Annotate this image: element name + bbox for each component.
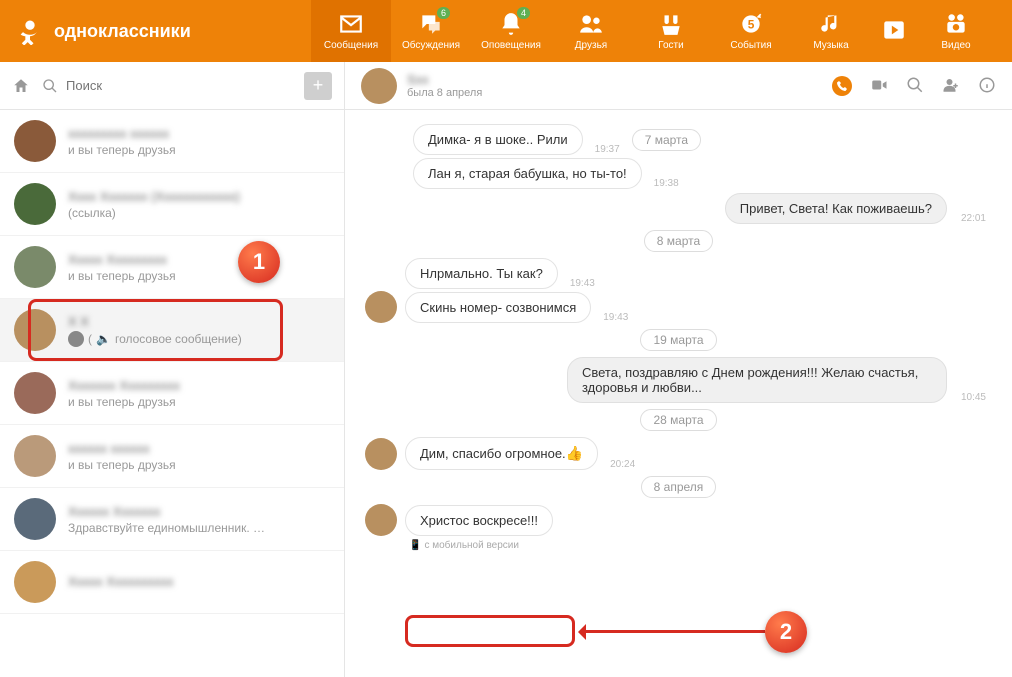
chat-header-status: была 8 апреля (407, 87, 822, 99)
message-bubble[interactable]: Дим, спасибо огромное.👍 (405, 437, 598, 470)
message-time: 22:01 (955, 213, 992, 224)
guests-icon (658, 11, 684, 37)
message-bubble[interactable]: Лан я, старая бабушка, но ты-то! (413, 158, 642, 189)
chat-item[interactable]: Xxxxxxx Xxxxxxxxxи вы теперь друзья (0, 362, 344, 425)
nav-label: Музыка (813, 40, 848, 51)
nav-label: Оповещения (481, 40, 541, 51)
chat-subtitle: и вы теперь друзья (68, 458, 330, 472)
top-header: одноклассники Сообщения 6 Обсуждения 4 О… (0, 0, 1012, 62)
message-time: 19:43 (564, 278, 601, 289)
annotation-step-1: 1 (238, 241, 280, 283)
message-avatar[interactable] (365, 504, 397, 536)
message-time: 10:45 (955, 392, 992, 403)
play-icon (881, 17, 907, 43)
top-nav: Сообщения 6 Обсуждения 4 Оповещения Друз… (311, 0, 996, 62)
nav-events[interactable]: 5 События (711, 0, 791, 62)
search-chat-icon[interactable] (906, 76, 924, 94)
message-bubble[interactable]: Нлрмально. Ты как? (405, 258, 558, 289)
date-separator: 8 марта (644, 230, 713, 252)
chat-header-actions (832, 76, 996, 96)
home-icon[interactable] (12, 77, 30, 95)
chat-item[interactable]: xxxxxxxxx xxxxxxи вы теперь друзья (0, 110, 344, 173)
nav-friends[interactable]: Друзья (551, 0, 631, 62)
nav-music[interactable]: Музыка (791, 0, 871, 62)
chat-item[interactable]: Xxxxx Xxxxxxxxxx (0, 551, 344, 614)
badge: 4 (517, 7, 530, 19)
nav-label: Видео (941, 40, 970, 51)
message-bubble[interactable]: Димка- я в шоке.. Рили (413, 124, 583, 155)
video-call-icon[interactable] (870, 76, 888, 94)
chat-item[interactable]: xxxxxx xxxxxxи вы теперь друзья (0, 425, 344, 488)
nav-discussions[interactable]: 6 Обсуждения (391, 0, 471, 62)
message-avatar[interactable] (365, 438, 397, 470)
chat-subtitle: (ссылка) (68, 206, 330, 220)
chat-header-name: Sxx (407, 72, 822, 87)
search-icon (42, 78, 58, 94)
date-separator: 28 марта (640, 409, 716, 431)
info-icon[interactable] (978, 76, 996, 94)
chat-item[interactable]: Xxxxx Xxxxxxxxxи вы теперь друзья (0, 236, 344, 299)
new-chat-button[interactable]: + (304, 72, 332, 100)
chat-header: Sxx была 8 апреля (345, 62, 1012, 110)
nav-messages[interactable]: Сообщения (311, 0, 391, 62)
chat-item[interactable]: Xxxx Xxxxxxx (Xxxxxxxxxxxx)(ссылка) (0, 173, 344, 236)
nav-label: События (730, 40, 771, 51)
video-icon (943, 11, 969, 37)
mail-icon (338, 11, 364, 37)
ok-brand-icon (16, 17, 44, 45)
message-time: 20:24 (604, 459, 641, 470)
chat-subtitle: Здравствуйте единомышленник. … (68, 521, 330, 535)
events-icon: 5 (738, 11, 764, 37)
friends-icon (578, 11, 604, 37)
chat-subtitle: (🔈 голосовое сообщение) (68, 331, 330, 347)
badge: 6 (437, 7, 450, 19)
ok-logo[interactable]: одноклассники (16, 17, 191, 45)
nav-video-play[interactable] (871, 0, 916, 62)
message-bubble-own[interactable]: Привет, Света! Как поживаешь? (725, 193, 947, 224)
chat-content: Sxx была 8 апреля Димка- я в шоке.. Рили… (345, 62, 1012, 677)
chat-subtitle: и вы теперь друзья (68, 395, 330, 409)
date-separator: 7 марта (632, 129, 701, 151)
mobile-note: 📱 с мобильной версии (409, 540, 992, 551)
message-time: 19:37 (589, 144, 626, 155)
chat-header-avatar[interactable] (361, 68, 397, 104)
chat-item[interactable]: Xxxxxx XxxxxxxЗдравствуйте единомышленни… (0, 488, 344, 551)
nav-label: Гости (658, 40, 683, 51)
search-input[interactable] (66, 78, 292, 93)
message-time: 19:38 (648, 178, 685, 189)
add-user-icon[interactable] (942, 76, 960, 94)
messages-pane[interactable]: Димка- я в шоке.. Рили 19:37 7 марта Лан я… (345, 110, 1012, 677)
music-icon (818, 11, 844, 37)
chat-subtitle: и вы теперь друзья (68, 269, 330, 283)
chat-item-selected[interactable]: X X (🔈 голосовое сообщение) (0, 299, 344, 362)
search-box[interactable] (42, 78, 292, 94)
message-avatar[interactable] (365, 291, 397, 323)
brand-text: одноклассники (54, 21, 191, 42)
svg-text:5: 5 (748, 17, 755, 31)
nav-label: Сообщения (324, 40, 378, 51)
date-separator: 8 апреля (641, 476, 717, 498)
nav-label: Друзья (575, 40, 607, 51)
annotation-step-2: 2 (765, 611, 807, 653)
message-bubble-highlighted[interactable]: Христос воскресе!!! (405, 505, 553, 536)
message-bubble-own[interactable]: Света, поздравляю с Днем рождения!!! Жел… (567, 357, 947, 403)
nav-video[interactable]: Видео (916, 0, 996, 62)
nav-notifications[interactable]: 4 Оповещения (471, 0, 551, 62)
chat-list: xxxxxxxxx xxxxxxи вы теперь друзья Xxxx … (0, 110, 344, 677)
message-time: 19:43 (597, 312, 634, 323)
message-bubble[interactable]: Скинь номер- созвонимся (405, 292, 591, 323)
annotation-box-2 (405, 615, 575, 647)
nav-guests[interactable]: Гости (631, 0, 711, 62)
nav-label: Обсуждения (402, 40, 460, 51)
annotation-arrow (580, 630, 765, 633)
date-separator: 19 марта (640, 329, 716, 351)
sidebar: + xxxxxxxxx xxxxxxи вы теперь друзья Xxx… (0, 62, 345, 677)
call-icon[interactable] (832, 76, 852, 96)
chat-subtitle: и вы теперь друзья (68, 143, 330, 157)
